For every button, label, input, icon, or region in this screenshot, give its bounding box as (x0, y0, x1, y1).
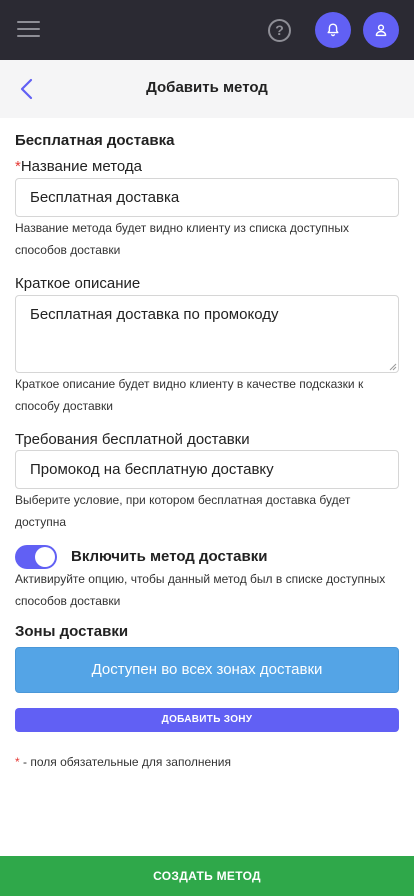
method-name-help: Название метода будет видно клиенту из с… (15, 221, 349, 257)
zones-title: Зоны доставки (15, 623, 129, 640)
method-name-input[interactable]: Бесплатная доставка (15, 178, 399, 217)
zones-available-box[interactable]: Доступен во всех зонах доставки (15, 647, 399, 693)
user-icon (375, 24, 387, 37)
page-header: Добавить метод (0, 60, 414, 118)
enable-method-toggle[interactable] (15, 545, 57, 569)
enable-method-help: Активируйте опцию, чтобы данный метод бы… (15, 572, 386, 608)
toggle-knob (35, 547, 55, 567)
requirements-label: Требования бесплатной доставки (15, 431, 250, 448)
method-name-label-text: Название метода (20, 158, 143, 175)
resize-handle-icon[interactable] (389, 363, 397, 371)
help-icon[interactable]: ? (268, 19, 291, 42)
profile-button[interactable] (363, 12, 399, 48)
short-description-textarea[interactable]: Бесплатная доставка по промокоду (15, 295, 399, 373)
hamburger-icon[interactable] (17, 20, 40, 38)
notifications-button[interactable] (315, 12, 351, 48)
page-title: Добавить метод (146, 79, 268, 96)
method-name-label: *Название метода (15, 158, 142, 175)
add-zone-button[interactable]: ДОБАВИТЬ ЗОНУ (15, 708, 399, 732)
footnote-text: - поля обязательные для заполнения (23, 755, 231, 769)
required-footnote: * - поля обязательные для заполнения (15, 755, 231, 769)
short-description-help: Краткое описание будет видно клиенту в к… (15, 377, 364, 413)
hamburger-line (17, 28, 40, 30)
enable-method-label: Включить метод доставки (71, 548, 268, 565)
short-description-label: Краткое описание (15, 275, 141, 292)
requirements-select[interactable]: Промокод на бесплатную доставку (15, 450, 399, 489)
section-title: Бесплатная доставка (15, 132, 175, 149)
top-bar: ? (0, 0, 414, 60)
hamburger-line (17, 35, 40, 37)
hamburger-line (17, 21, 40, 23)
create-method-button[interactable]: СОЗДАТЬ МЕТОД (0, 856, 414, 896)
footnote-required-mark: * (15, 755, 20, 769)
bell-icon (327, 23, 339, 37)
requirements-help: Выберите условие, при котором бесплатная… (15, 493, 351, 529)
